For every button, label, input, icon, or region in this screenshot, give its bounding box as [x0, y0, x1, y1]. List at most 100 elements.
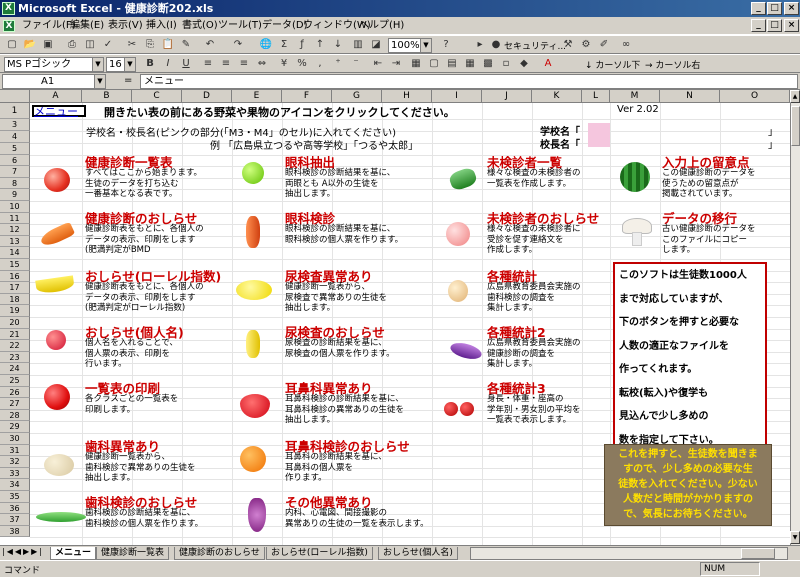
column-header[interactable]: F — [282, 90, 332, 103]
row-header[interactable]: 1 — [0, 103, 30, 119]
menu-insert[interactable]: 挿入(I) — [146, 19, 177, 33]
radish-icon[interactable] — [46, 330, 66, 350]
italic-icon[interactable]: I — [160, 57, 176, 71]
row-header[interactable]: 26 — [0, 386, 30, 399]
cut-icon[interactable]: ✂ — [124, 38, 140, 52]
copy-icon[interactable]: ⎘ — [142, 38, 158, 52]
excel-app-icon[interactable]: X — [2, 2, 15, 15]
decrease-indent-icon[interactable]: ⇤ — [370, 57, 386, 71]
link-icon[interactable]: ∞ — [618, 38, 634, 52]
row-header[interactable]: 30 — [0, 433, 30, 445]
yellow-pepper-icon[interactable] — [246, 330, 260, 358]
select-all-corner[interactable] — [0, 90, 30, 103]
menu-file[interactable]: ファイル(F) — [22, 19, 76, 33]
security-button[interactable]: セキュリティ... — [504, 39, 566, 52]
grapes-icon[interactable] — [248, 498, 266, 532]
merge-center-icon[interactable]: ⇔ — [254, 57, 270, 71]
column-header[interactable]: G — [332, 90, 382, 103]
border-none-icon[interactable]: ▫ — [498, 57, 514, 71]
column-header[interactable]: N — [660, 90, 720, 103]
orange-icon[interactable] — [240, 446, 266, 472]
comma-icon[interactable]: , — [312, 57, 328, 71]
column-header[interactable]: M — [610, 90, 660, 103]
column-header[interactable]: E — [232, 90, 282, 103]
green-pepper-icon[interactable] — [447, 166, 479, 192]
row-header[interactable]: 15 — [0, 259, 30, 271]
menu-help[interactable]: ヘルプ(H) — [359, 19, 404, 33]
row-header[interactable]: 4 — [0, 131, 30, 143]
row-header[interactable]: 35 — [0, 491, 30, 503]
row-header[interactable]: 29 — [0, 421, 30, 433]
onion-icon[interactable] — [448, 280, 468, 302]
eggplant-icon[interactable] — [448, 340, 484, 362]
carrot-icon[interactable] — [38, 221, 76, 249]
row-header[interactable]: 36 — [0, 502, 30, 515]
menu-data[interactable]: データ(D) — [262, 19, 308, 33]
row-header[interactable]: 6 — [0, 154, 30, 167]
potato-icon[interactable] — [44, 454, 74, 476]
tab-health-list[interactable]: 健康診断一覧表 — [96, 547, 170, 560]
name-box[interactable]: A1 ▼ — [2, 74, 106, 89]
scroll-up-icon[interactable]: ▲ — [790, 90, 800, 103]
minimize-button[interactable]: _ — [751, 2, 766, 15]
lemon-icon[interactable] — [236, 280, 272, 300]
wb-minimize-button[interactable]: _ — [751, 19, 766, 32]
spell-check-icon[interactable]: ✓ — [100, 38, 116, 52]
menu-view[interactable]: 表示(V) — [108, 19, 143, 33]
tab-health-notice[interactable]: 健康診断のおしらせ — [174, 547, 265, 560]
percent-icon[interactable]: % — [294, 57, 310, 71]
tab-menu[interactable]: メニュー — [50, 547, 97, 560]
row-header[interactable]: 19 — [0, 305, 30, 317]
cursor-down-button[interactable]: ↓ カーソル下 — [585, 58, 640, 71]
undo-icon[interactable]: ↶ — [202, 38, 218, 52]
tab-nav-icon[interactable]: |◀◀▶▶| — [2, 547, 44, 556]
control-toolbox-icon[interactable]: ⚙ — [578, 38, 594, 52]
chart-wizard-icon[interactable]: ▥ — [350, 38, 366, 52]
column-header[interactable]: I — [432, 90, 482, 103]
row-header[interactable]: 37 — [0, 514, 30, 526]
font-color-icon[interactable]: A — [540, 57, 556, 71]
close-button[interactable]: × — [784, 2, 799, 15]
mushroom-icon[interactable] — [622, 218, 652, 248]
row-header[interactable]: 22 — [0, 340, 30, 352]
maximize-button[interactable]: □ — [767, 2, 782, 15]
row-header[interactable]: 16 — [0, 270, 30, 283]
save-icon[interactable]: ▣ — [40, 38, 56, 52]
row-header[interactable]: 25 — [0, 375, 30, 387]
border-all-icon[interactable]: ▦ — [462, 57, 478, 71]
row-header[interactable]: 21 — [0, 328, 30, 341]
chili-pepper-icon[interactable] — [246, 216, 260, 248]
menu-edit[interactable]: 編集(E) — [70, 19, 104, 33]
row-header[interactable]: 9 — [0, 189, 30, 201]
create-file-button[interactable]: これを押すと、生徒数を聞きま すので、少し多めの必要な生 徒数を入れてください。… — [604, 444, 772, 526]
record-icon[interactable]: ● — [488, 38, 504, 52]
row-header[interactable]: 17 — [0, 282, 30, 294]
new-icon[interactable]: ▢ — [4, 38, 20, 52]
row-header[interactable]: 18 — [0, 293, 30, 306]
tab-rohrer-notice[interactable]: おしらせ(ローレル指数) — [266, 547, 373, 560]
column-header[interactable]: H — [382, 90, 432, 103]
format-painter-icon[interactable]: ✎ — [178, 38, 194, 52]
row-header[interactable]: 31 — [0, 444, 30, 457]
sort-asc-icon[interactable]: ↑ — [312, 38, 328, 52]
open-icon[interactable]: 📂 — [22, 38, 38, 52]
row-header[interactable]: 14 — [0, 247, 30, 259]
worksheet-grid[interactable]: ABCDEFGHIJKLMNO 1 3 4 5 6 7 8 9 10 11 12 13 14 15 16 17… — [0, 90, 790, 545]
tab-personal-notice[interactable]: おしらせ(個人名) — [378, 547, 458, 560]
principal-name-input[interactable] — [588, 135, 610, 147]
row-header[interactable]: 33 — [0, 467, 30, 480]
menu-format[interactable]: 書式(O) — [182, 19, 218, 33]
drawing-icon[interactable]: ◪ — [368, 38, 384, 52]
run-macro-icon[interactable]: ▸ — [472, 38, 488, 52]
row-header[interactable]: 5 — [0, 143, 30, 155]
row-header[interactable]: 7 — [0, 166, 30, 178]
print-icon[interactable]: ⎙ — [64, 38, 80, 52]
design-mode-icon[interactable]: ✐ — [596, 38, 612, 52]
cherry-icon[interactable] — [444, 390, 478, 420]
wb-close-button[interactable]: × — [784, 19, 799, 32]
column-header[interactable]: L — [582, 90, 610, 103]
row-header[interactable]: 13 — [0, 235, 30, 248]
vertical-scrollbar[interactable]: ▲ ▼ — [790, 90, 800, 545]
row-header[interactable]: 34 — [0, 479, 30, 491]
bold-icon[interactable]: B — [142, 57, 158, 71]
